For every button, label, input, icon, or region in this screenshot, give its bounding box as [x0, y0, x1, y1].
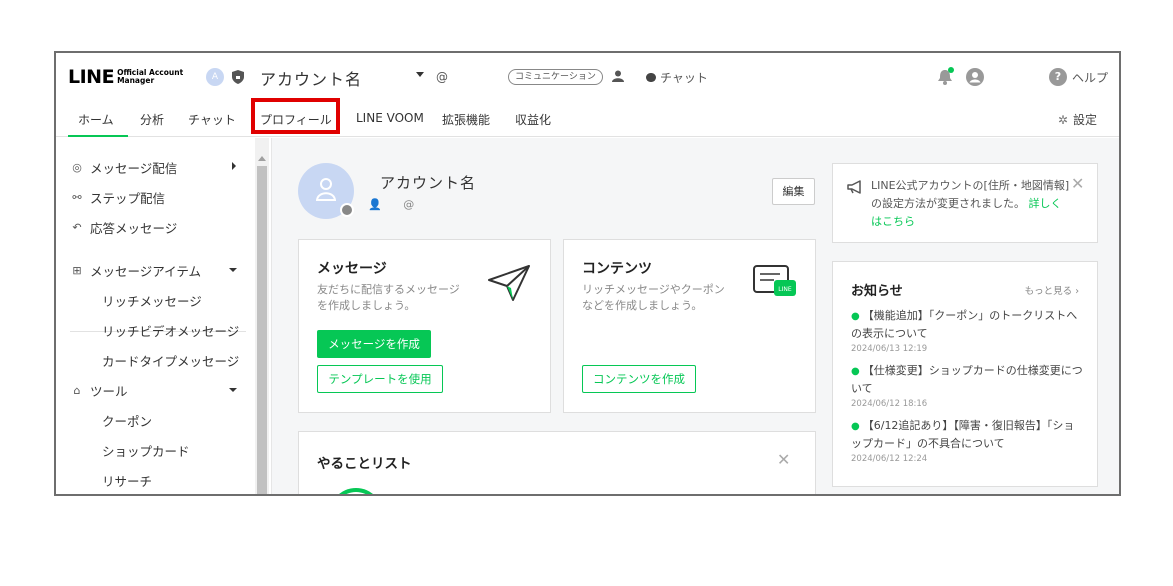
communication-badge: コミュニケーション	[508, 69, 603, 85]
tool-icon: ⌂	[73, 383, 81, 397]
main-nav-tabs: ホーム 分析 チャット プロフィール LINE VOOM 拡張機能 収益化 ✲ …	[56, 101, 1119, 137]
sidebar-item-step[interactable]: ⚯ ステップ配信	[70, 188, 165, 207]
logo-main: LINE	[68, 66, 115, 88]
news-date: 2024/06/13 12:19	[851, 344, 928, 354]
todo-card: やることリスト ✕	[298, 431, 816, 494]
news-item[interactable]: ● 【仕様変更】ショップカードの仕様変更について	[851, 362, 1083, 397]
news-title: お知らせ	[851, 284, 903, 299]
sidebar-item-message-items[interactable]: ⊞ メッセージアイテム	[70, 261, 201, 280]
friends-icon: 👤	[368, 198, 382, 211]
notice-text: LINE公式アカウントの[住所・地図情報]の設定方法が変更されました。 詳しくは…	[871, 179, 1070, 228]
message-card: メッセージ 友だちに配信するメッセージ を作成しましょう。 メッセージを作成 テ…	[298, 239, 551, 413]
tab-home[interactable]: ホーム	[78, 111, 114, 128]
message-card-title: メッセージ	[317, 261, 387, 277]
chat-bubble-icon	[646, 73, 656, 82]
close-notice-icon[interactable]: ✕	[1071, 176, 1084, 192]
sidebar-item-rich-video-message[interactable]: リッチビデオメッセージ	[102, 321, 239, 340]
sidebar-item-auto-reply[interactable]: ↶ 応答メッセージ	[70, 218, 177, 237]
chevron-right-icon	[232, 162, 236, 170]
bullet-icon: ●	[851, 366, 860, 377]
bullet-icon: ●	[851, 311, 860, 322]
profile-name: アカウント名	[380, 174, 477, 192]
close-todo-icon[interactable]: ✕	[777, 452, 790, 468]
chevron-down-icon	[229, 388, 237, 392]
sidebar-item-rich-message[interactable]: リッチメッセージ	[102, 291, 202, 310]
news-more-link[interactable]: もっと見る ›	[1025, 283, 1079, 297]
sidebar-item-shop-card[interactable]: ショップカード	[102, 441, 190, 460]
gear-icon: ✲	[1057, 112, 1068, 127]
content-card-description: リッチメッセージやクーポン などを作成しましょう。	[582, 283, 725, 312]
tab-line-voom[interactable]: LINE VOOM	[356, 111, 424, 125]
news-date: 2024/06/12 12:24	[851, 454, 928, 464]
create-content-button[interactable]: コンテンツを作成	[582, 365, 696, 393]
profile-meta: 👤 @	[368, 198, 414, 211]
shield-icon	[232, 70, 244, 84]
line-oa-manager-logo[interactable]: LINE Official Account Manager	[68, 66, 183, 88]
chevron-right-icon: ›	[1075, 286, 1079, 297]
todo-progress-ring	[329, 488, 383, 494]
sidebar-item-research[interactable]: リサーチ	[102, 471, 152, 490]
top-header: LINE Official Account Manager A アカウント名 @…	[56, 53, 1119, 101]
logo-sub: Official Account Manager	[117, 68, 184, 85]
tab-monetization[interactable]: 収益化	[515, 111, 551, 128]
chat-link[interactable]: チャット	[646, 69, 708, 86]
news-item[interactable]: ● 【機能追加】「クーポン」のトークリストへの表示について	[851, 307, 1083, 342]
message-card-description: 友だちに配信するメッセージ を作成しましょう。	[317, 283, 460, 312]
news-item[interactable]: ● 【6/12追記あり】【障害・復旧報告】「ショップカード」の不具合について	[851, 417, 1083, 452]
news-date: 2024/06/12 18:16	[851, 399, 928, 409]
tab-analytics[interactable]: 分析	[140, 111, 164, 128]
create-message-button[interactable]: メッセージを作成	[317, 330, 431, 358]
edit-avatar-icon[interactable]	[340, 203, 354, 217]
profile-tab-highlight	[251, 98, 340, 134]
account-name[interactable]: アカウント名	[260, 66, 362, 90]
reply-icon: ↶	[72, 220, 82, 234]
account-dropdown-icon[interactable]	[416, 72, 424, 77]
app-frame: LINE Official Account Manager A アカウント名 @…	[54, 51, 1121, 496]
sidebar-item-broadcast[interactable]: ◎ メッセージ配信	[70, 158, 177, 177]
content-icon-label: LINE	[778, 286, 792, 293]
tab-extensions[interactable]: 拡張機能	[442, 111, 490, 128]
content-card-title: コンテンツ	[582, 261, 652, 277]
news-panel: お知らせ もっと見る › ● 【機能追加】「クーポン」のトークリストへの表示につい…	[832, 261, 1098, 487]
settings-link[interactable]: ✲ 設定	[1058, 111, 1097, 128]
megaphone-icon	[847, 180, 861, 194]
tab-chat[interactable]: チャット	[188, 111, 236, 128]
paper-plane-icon	[488, 265, 530, 301]
main-content: アカウント名 👤 @ 編集 メッセージ 友だちに配信するメッセージ を作成しまし…	[272, 138, 1119, 494]
sidebar-item-card-type-message[interactable]: カードタイプメッセージ	[102, 351, 239, 370]
person-icon	[316, 178, 336, 201]
sidebar-item-tools[interactable]: ⌂ ツール	[70, 381, 128, 400]
bullet-icon: ●	[851, 421, 860, 432]
scrollbar-thumb[interactable]	[257, 166, 267, 494]
people-icon	[612, 70, 624, 82]
todo-title: やることリスト	[317, 456, 412, 472]
content-card: コンテンツ リッチメッセージやクーポン などを作成しましょう。 LINE コンテ…	[563, 239, 816, 413]
help-icon: ?	[1049, 68, 1067, 86]
scroll-up-arrow-icon[interactable]	[258, 156, 266, 161]
edit-profile-button[interactable]: 編集	[772, 178, 815, 205]
account-id: @	[436, 70, 448, 84]
step-icon: ⚯	[72, 190, 82, 204]
account-avatar[interactable]: A	[206, 68, 224, 86]
help-link[interactable]: ? ヘルプ	[1049, 68, 1108, 86]
chevron-down-icon	[229, 268, 237, 272]
content-icon: LINE	[753, 265, 796, 296]
profile-avatar[interactable]	[298, 163, 354, 219]
active-tab-indicator	[68, 135, 128, 137]
sidebar: ◎ メッセージ配信 ⚯ ステップ配信 ↶ 応答メッセージ ⊞ メッセージアイテム…	[56, 138, 272, 494]
use-template-button[interactable]: テンプレートを使用	[317, 365, 443, 393]
message-item-icon: ⊞	[72, 263, 82, 277]
sidebar-item-coupon[interactable]: クーポン	[102, 411, 152, 430]
broadcast-icon: ◎	[72, 160, 82, 174]
bell-icon[interactable]	[936, 67, 956, 87]
user-account-icon[interactable]	[966, 68, 984, 86]
profile-id: @	[403, 198, 415, 211]
notice-banner: LINE公式アカウントの[住所・地図情報]の設定方法が変更されました。 詳しくは…	[832, 163, 1098, 243]
